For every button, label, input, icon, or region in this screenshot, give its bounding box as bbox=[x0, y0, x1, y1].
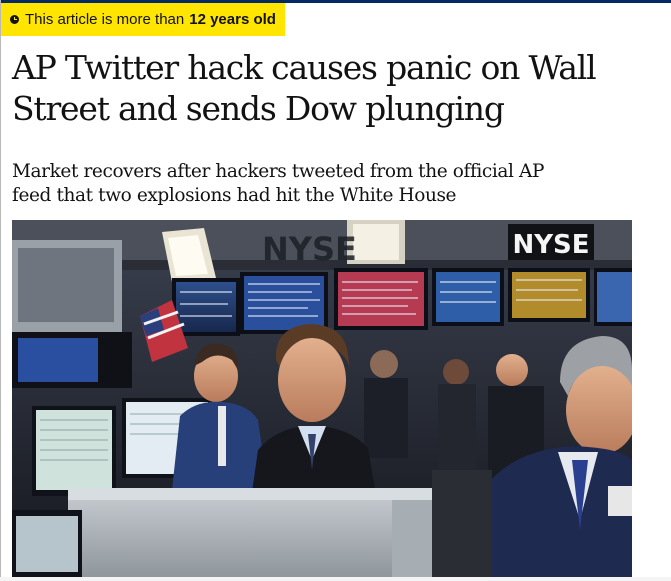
page-bottom-strip bbox=[0, 577, 671, 581]
article-standfirst: Market recovers after hackers tweeted fr… bbox=[12, 161, 545, 206]
article-main-image[interactable]: NYSE NYSE bbox=[12, 220, 632, 577]
article-headline: AP Twitter hack causes panic on Wall Str… bbox=[12, 48, 597, 128]
clock-icon bbox=[10, 15, 19, 24]
age-warning-value: 12 years old bbox=[189, 11, 276, 28]
trading-floor-photo: NYSE NYSE bbox=[12, 220, 632, 577]
column-rule bbox=[0, 0, 1, 581]
age-warning-prefix: This article is more than bbox=[25, 11, 185, 28]
article-age-warning: This article is more than 12 years old bbox=[1, 3, 285, 36]
left-equipment bbox=[12, 240, 132, 388]
svg-text:NYSE: NYSE bbox=[512, 230, 589, 260]
svg-text:NYSE: NYSE bbox=[262, 230, 357, 268]
